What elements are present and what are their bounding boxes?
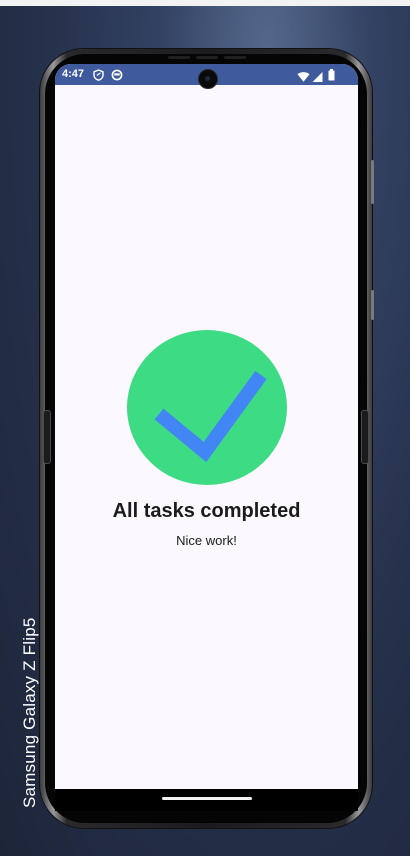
home-gesture-handle[interactable] [162, 797, 252, 800]
completion-subtitle: Nice work! [176, 533, 237, 548]
earpiece-center [196, 56, 218, 59]
volume-button [371, 160, 374, 204]
hinge-left [43, 410, 51, 464]
hinge-right [361, 410, 369, 464]
device-model-label: Samsung Galaxy Z Flip5 [20, 617, 39, 808]
top-strip [0, 0, 410, 6]
phone-screen: 4:47 All tasks completed Nice work! [55, 64, 358, 789]
front-camera [198, 69, 218, 89]
earpiece-right [224, 56, 246, 59]
earpiece-left [168, 56, 190, 59]
power-button [371, 290, 374, 320]
navigation-bar [55, 789, 358, 811]
completed-check-icon [127, 330, 287, 485]
task-complete-view: All tasks completed Nice work! [55, 64, 358, 789]
completion-title: All tasks completed [112, 500, 301, 522]
